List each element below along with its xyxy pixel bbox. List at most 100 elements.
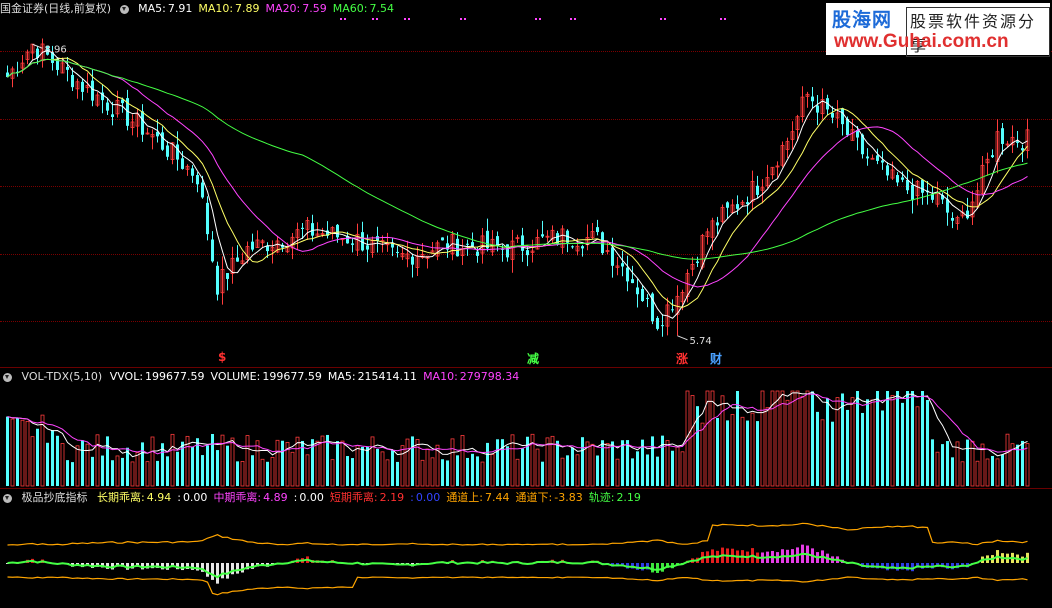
indicator-bar [211, 563, 214, 580]
candlestick [295, 222, 300, 250]
volume-bar [490, 454, 495, 487]
low-price-label: 5.74 [690, 336, 712, 347]
candlestick [955, 215, 960, 230]
price-pane[interactable]: 国金证券(日线,前复权) MA5: 7.91 MA10: 7.89 MA20: 7.59 M… [0, 0, 1052, 367]
volume-bar [111, 460, 114, 486]
indicator-bar [236, 563, 239, 574]
indicator-bar [191, 563, 194, 570]
candlestick [890, 161, 895, 181]
candlestick [1016, 131, 1019, 148]
candlestick [270, 240, 275, 264]
candlestick [770, 166, 775, 180]
candlestick [240, 252, 245, 265]
volume-bar [126, 447, 129, 486]
volume-bar [290, 451, 295, 487]
volume-bar [581, 437, 584, 486]
settings-dropdown-icon[interactable] [119, 4, 129, 14]
indicator-pane[interactable]: 极品抄底指标 长期乖离: 4.94:0.00 中期乖离: 4.89:0.00 短期乖离:… [0, 489, 1052, 608]
volume-bar [665, 440, 670, 487]
candlestick [696, 256, 699, 268]
volume-bar [170, 433, 175, 487]
volume-bar [471, 453, 474, 486]
candlestick [870, 154, 875, 160]
indicator-bar [906, 563, 909, 571]
volume-bar [466, 457, 469, 486]
candlestick [220, 256, 225, 305]
volume-bar [820, 419, 825, 487]
candlestick [130, 114, 135, 136]
volume-bar [1001, 454, 1004, 486]
volume-bar [790, 390, 795, 487]
candlestick [111, 101, 114, 126]
candlestick-chart[interactable]: 8.96 5.74 [0, 0, 1052, 367]
settings-dropdown-icon[interactable] [3, 372, 12, 382]
candlestick [56, 57, 59, 76]
volume-bar [106, 436, 109, 486]
candlestick [415, 246, 420, 277]
candlestick [255, 230, 260, 249]
volume-bar [376, 448, 379, 486]
volume-bar [690, 395, 695, 487]
volume-bar [351, 458, 354, 486]
volume-bar [726, 420, 729, 486]
volume-bar [795, 390, 800, 487]
indicator-bar [651, 563, 654, 573]
volume-bar [651, 436, 654, 486]
candlestick [941, 192, 944, 204]
volume-bar [870, 399, 875, 487]
candlestick [605, 241, 610, 255]
volume-bar [846, 409, 849, 486]
candlestick [585, 224, 590, 251]
settings-dropdown-icon[interactable] [3, 493, 12, 503]
candlestick [101, 84, 104, 114]
candlestick [835, 100, 840, 128]
candlestick [30, 43, 35, 61]
volume-bar [226, 445, 229, 486]
volume-bar [176, 451, 179, 486]
candlestick [236, 245, 239, 262]
volume-bar [245, 435, 250, 487]
volume-bar [946, 441, 949, 486]
volume-bar [396, 461, 399, 486]
volume-bar [501, 439, 504, 486]
vol-legend-item: VOLUME: 199677.59 [210, 370, 322, 383]
candlestick [521, 227, 524, 262]
volume-bar [496, 439, 499, 486]
volume-bar [646, 454, 649, 486]
candlestick [141, 104, 144, 142]
volume-bar [121, 457, 124, 486]
volume-bar [530, 433, 535, 487]
volume-bar [130, 461, 135, 487]
candlestick [560, 225, 565, 254]
volume-bar [896, 391, 899, 486]
volume-bar [141, 442, 144, 486]
candlestick [81, 78, 84, 101]
candlestick [720, 204, 725, 224]
candlestick [391, 238, 394, 257]
volume-bar [975, 460, 980, 487]
candlestick [435, 240, 440, 261]
candlestick [881, 151, 884, 170]
volume-bar [486, 442, 489, 486]
indicator-chart[interactable] [0, 489, 1052, 608]
candlestick [251, 233, 254, 252]
volume-bar [560, 457, 565, 487]
candlestick [185, 164, 190, 176]
candlestick [626, 255, 629, 292]
volume-bar [150, 436, 155, 487]
ind-legend-item: :0.00 [293, 491, 324, 504]
volume-ma-line [7, 393, 1028, 455]
volume-bar [680, 451, 685, 487]
candlestick [866, 148, 869, 166]
volume-bar [20, 419, 25, 487]
volume-pane[interactable]: VOL-TDX(5,10) VVOL: 199677.59 VOLUME: 19967… [0, 368, 1052, 488]
candlestick [906, 170, 909, 194]
volume-chart[interactable] [0, 368, 1052, 488]
indicator-bar [216, 563, 219, 584]
volume-bar [415, 439, 420, 487]
candlestick [671, 299, 674, 313]
volume-bar [420, 459, 425, 487]
volume-bar [605, 443, 610, 487]
candlestick [756, 175, 759, 199]
volume-bar [700, 422, 705, 487]
